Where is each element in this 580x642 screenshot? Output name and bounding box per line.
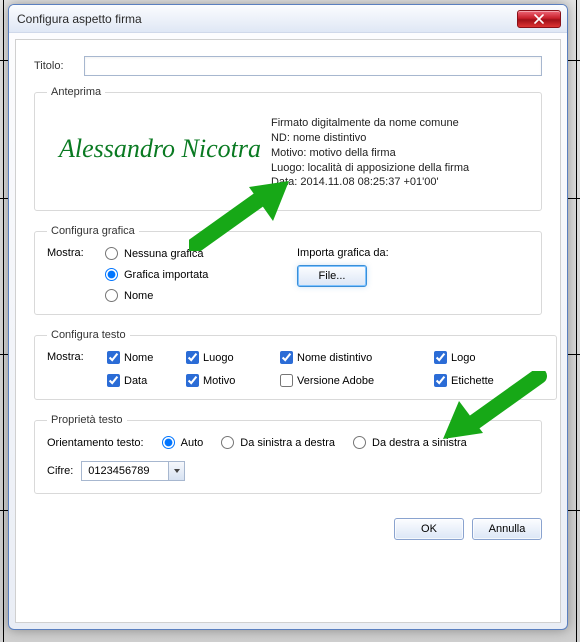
chk-luogo-label: Luogo bbox=[203, 352, 234, 364]
radio-ltr-label: Da sinistra a destra bbox=[240, 437, 335, 449]
radio-imported-graphic-label: Grafica importata bbox=[124, 269, 208, 281]
preview-fieldset: Anteprima Alessandro Nicotra Firmato dig… bbox=[34, 86, 542, 211]
cancel-button[interactable]: Annulla bbox=[472, 518, 542, 540]
preview-box: Alessandro Nicotra Firmato digitalmente … bbox=[47, 108, 529, 198]
chk-motivo[interactable] bbox=[186, 374, 199, 387]
preview-line-2: ND: nome distintivo bbox=[271, 131, 521, 146]
orient-label: Orientamento testo: bbox=[47, 437, 144, 449]
file-button[interactable]: File... bbox=[297, 265, 367, 287]
chk-motivo-label: Motivo bbox=[203, 375, 235, 387]
radio-ltr[interactable] bbox=[221, 436, 234, 449]
chk-data[interactable] bbox=[107, 374, 120, 387]
ok-button[interactable]: OK bbox=[394, 518, 464, 540]
chk-logo-label: Logo bbox=[451, 352, 475, 364]
digits-label: Cifre: bbox=[47, 465, 73, 477]
digits-value: 0123456789 bbox=[82, 465, 168, 477]
radio-rtl[interactable] bbox=[353, 436, 366, 449]
combo-dropdown-button[interactable] bbox=[168, 462, 184, 480]
preview-line-1: Firmato digitalmente da nome comune bbox=[271, 116, 521, 131]
dialog-buttons: OK Annulla bbox=[34, 508, 542, 540]
text-legend: Configura testo bbox=[47, 329, 130, 341]
preview-legend: Anteprima bbox=[47, 86, 105, 98]
preview-text: Firmato digitalmente da nome comune ND: … bbox=[271, 116, 521, 190]
chk-etichette-label: Etichette bbox=[451, 375, 494, 387]
window-title: Configura aspetto firma bbox=[15, 12, 517, 26]
chk-data-label: Data bbox=[124, 375, 147, 387]
title-input[interactable] bbox=[84, 56, 542, 76]
preview-line-4: Luogo: località di apposizione della fir… bbox=[271, 161, 521, 176]
close-button[interactable] bbox=[517, 10, 561, 28]
chk-versione-adobe[interactable] bbox=[280, 374, 293, 387]
signature-script: Alessandro Nicotra bbox=[55, 116, 261, 164]
chk-luogo[interactable] bbox=[186, 351, 199, 364]
dialog-client: Titolo: Anteprima Alessandro Nicotra Fir… bbox=[15, 39, 561, 623]
preview-line-3: Motivo: motivo della firma bbox=[271, 146, 521, 161]
text-show-label: Mostra: bbox=[47, 351, 97, 387]
title-label: Titolo: bbox=[34, 60, 84, 72]
graphic-fieldset: Configura grafica Mostra: Nessuna grafic… bbox=[34, 225, 542, 315]
text-fieldset: Configura testo Mostra: Nome Luogo Nome … bbox=[34, 329, 557, 400]
text-props-fieldset: Proprietà testo Orientamento testo: Auto… bbox=[34, 414, 542, 494]
radio-imported-graphic[interactable] bbox=[105, 268, 118, 281]
radio-no-graphic[interactable] bbox=[105, 247, 118, 260]
radio-name-graphic-label: Nome bbox=[124, 290, 153, 302]
title-row: Titolo: bbox=[34, 56, 542, 76]
close-icon bbox=[534, 14, 544, 24]
graphic-show-label: Mostra: bbox=[47, 247, 97, 302]
titlebar: Configura aspetto firma bbox=[9, 5, 567, 33]
graphic-legend: Configura grafica bbox=[47, 225, 139, 237]
chk-nome-distintivo-label: Nome distintivo bbox=[297, 352, 372, 364]
radio-auto-label: Auto bbox=[181, 437, 204, 449]
radio-auto[interactable] bbox=[162, 436, 175, 449]
preview-line-5: Data: 2014.11.08 08:25:37 +01'00' bbox=[271, 175, 521, 190]
digits-combo[interactable]: 0123456789 bbox=[81, 461, 185, 481]
chk-etichette[interactable] bbox=[434, 374, 447, 387]
radio-no-graphic-label: Nessuna grafica bbox=[124, 248, 204, 260]
chevron-down-icon bbox=[173, 467, 181, 475]
dialog-window: Configura aspetto firma Titolo: Anteprim… bbox=[8, 4, 568, 630]
text-props-legend: Proprietà testo bbox=[47, 414, 127, 426]
chk-nome-label: Nome bbox=[124, 352, 153, 364]
radio-name-graphic[interactable] bbox=[105, 289, 118, 302]
chk-logo[interactable] bbox=[434, 351, 447, 364]
chk-nome-distintivo[interactable] bbox=[280, 351, 293, 364]
chk-versione-adobe-label: Versione Adobe bbox=[297, 375, 374, 387]
import-label: Importa grafica da: bbox=[297, 247, 529, 259]
radio-rtl-label: Da destra a sinistra bbox=[372, 437, 467, 449]
chk-nome[interactable] bbox=[107, 351, 120, 364]
